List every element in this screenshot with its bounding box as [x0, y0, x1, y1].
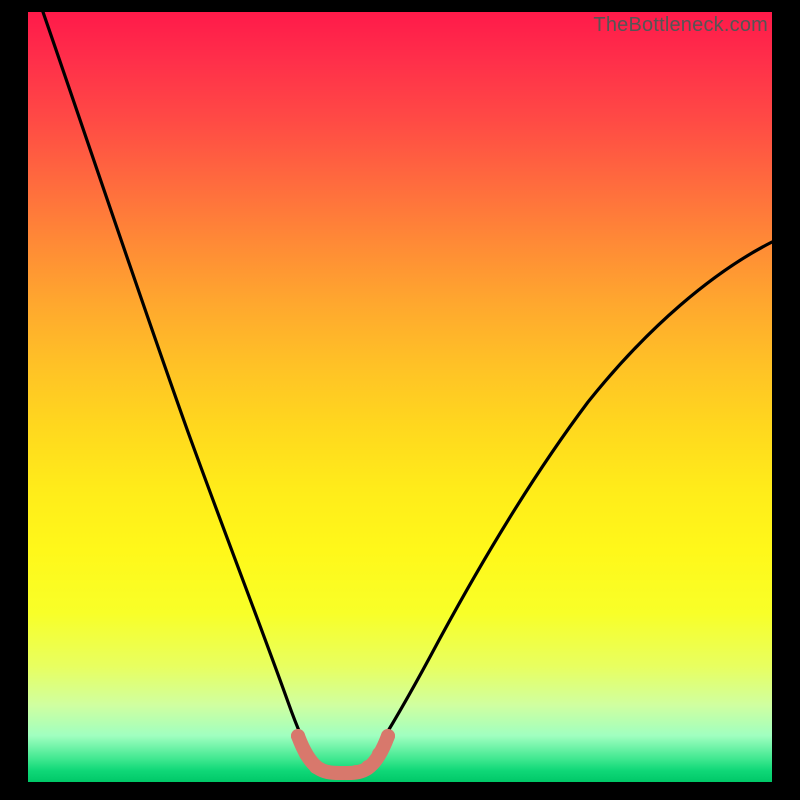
plot-area [28, 12, 772, 782]
highlight-dots [291, 729, 395, 780]
chart-container: TheBottleneck.com [0, 0, 800, 800]
curve-right [370, 242, 772, 760]
chart-svg [28, 12, 772, 782]
watermark-text: TheBottleneck.com [593, 14, 768, 37]
curve-left [43, 12, 313, 760]
